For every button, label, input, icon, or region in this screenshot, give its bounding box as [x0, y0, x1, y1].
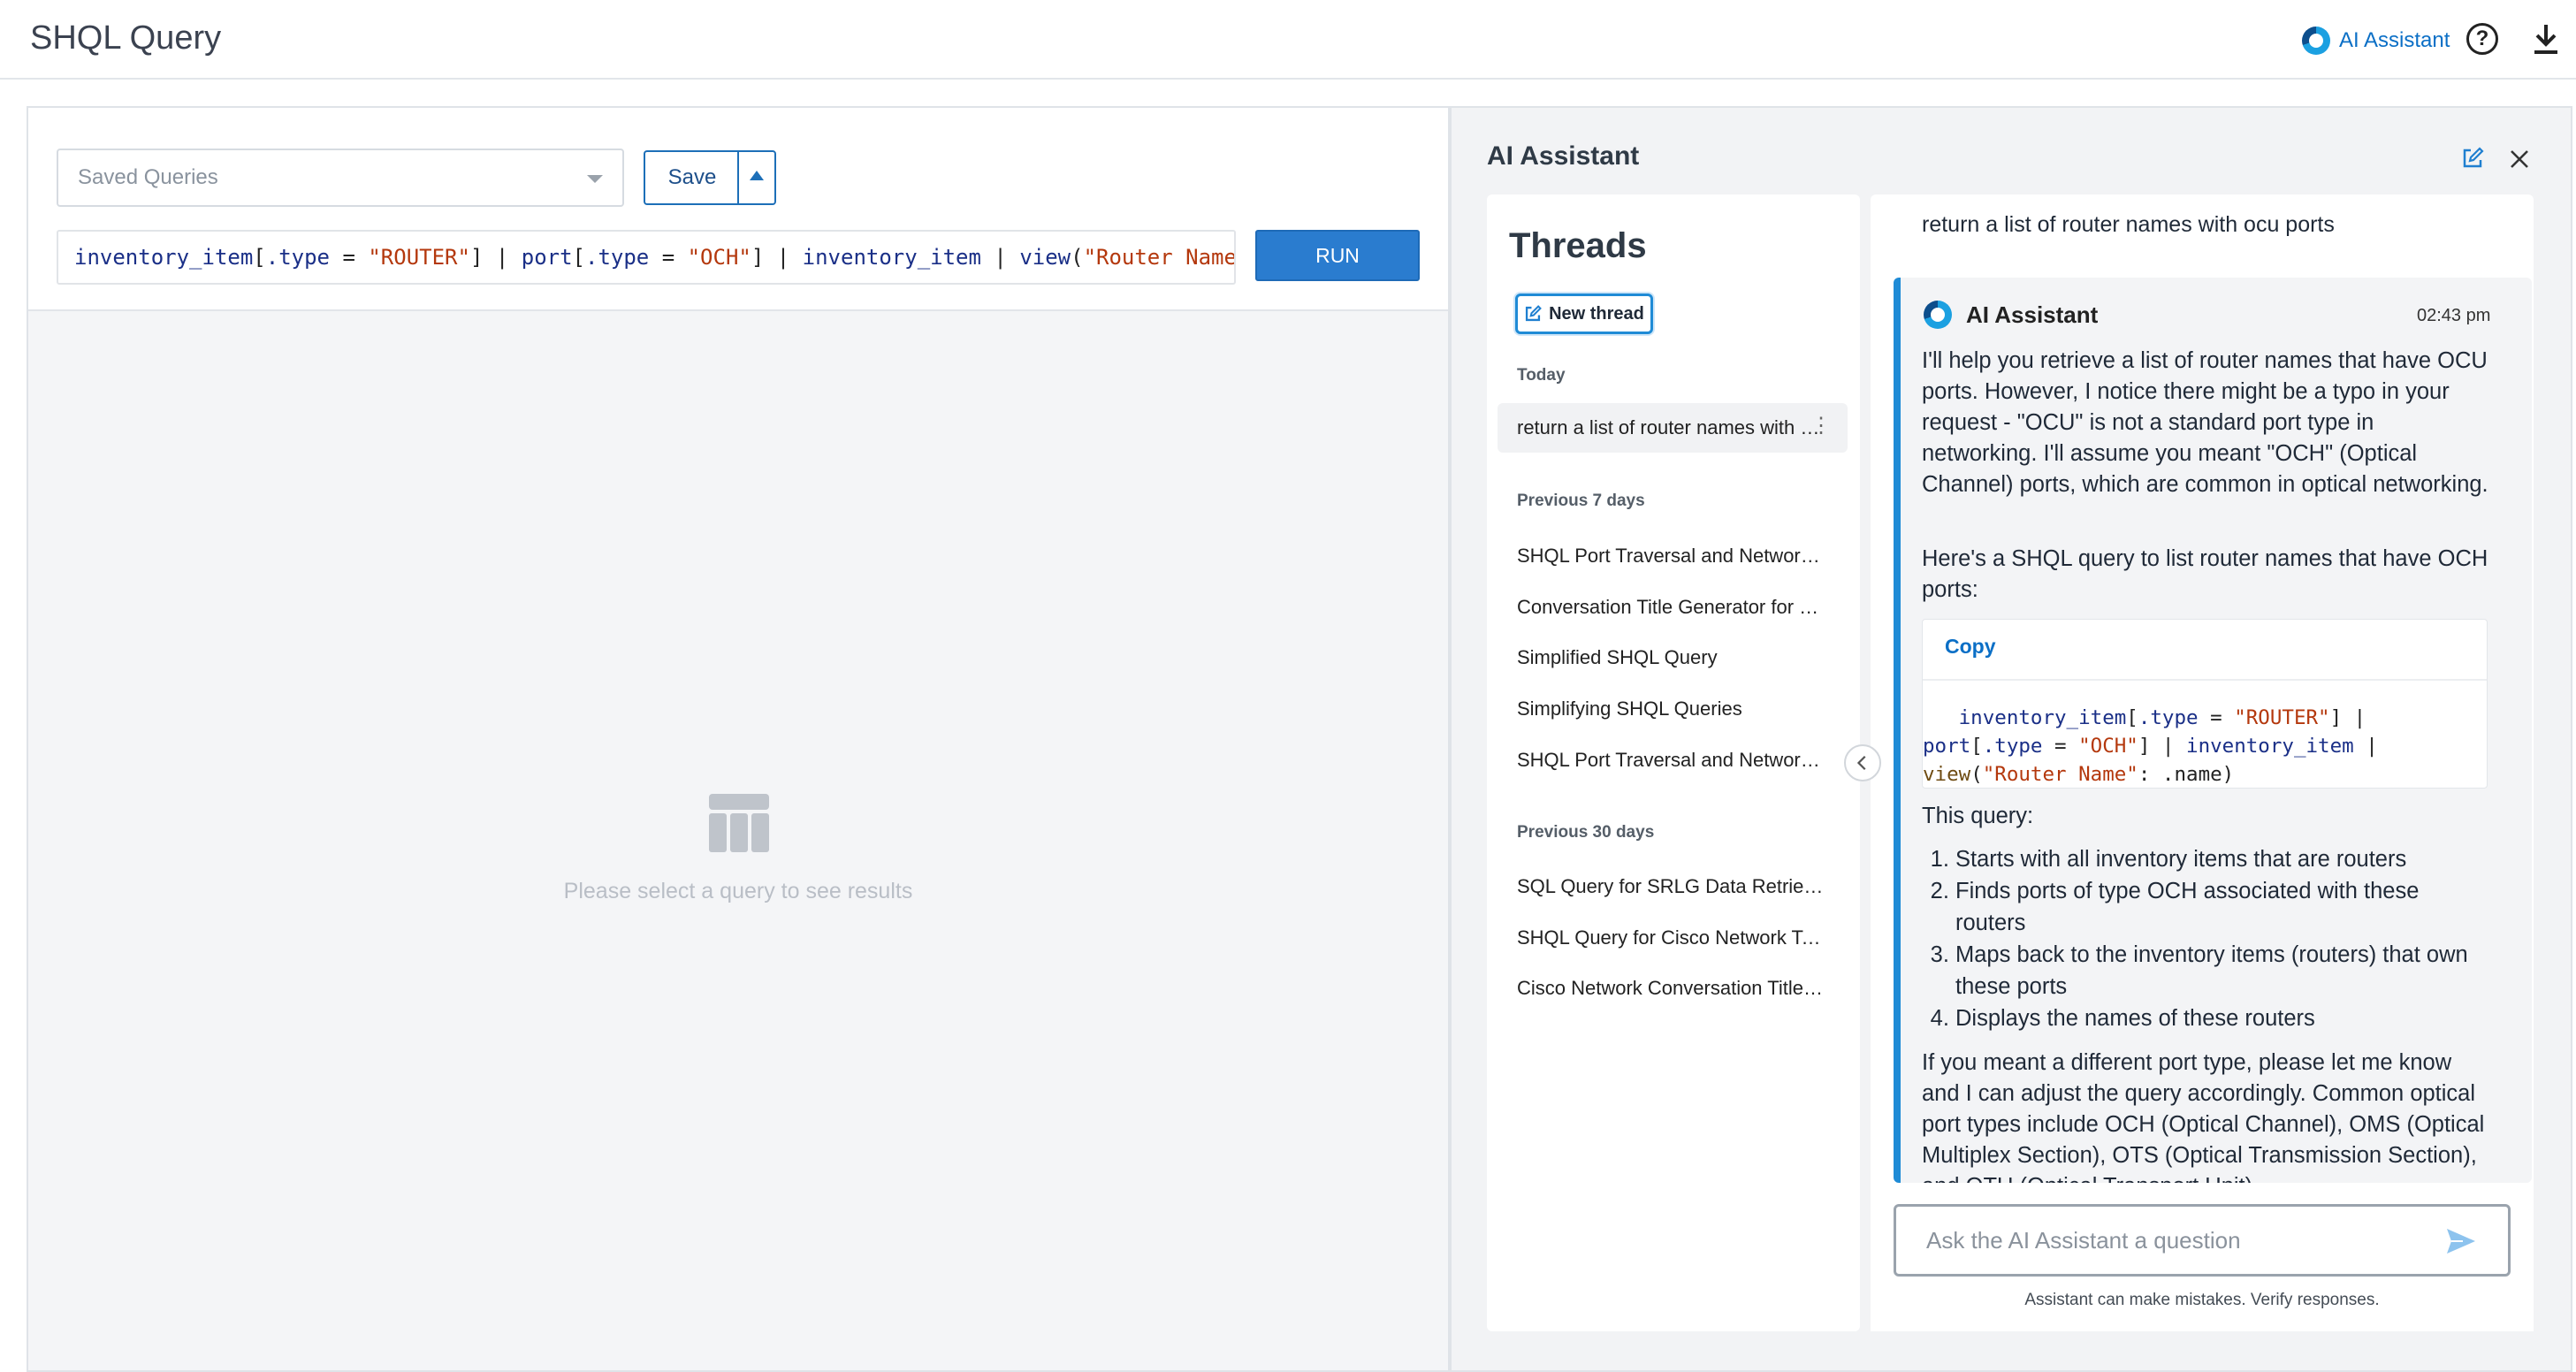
new-thread-label: New thread: [1549, 303, 1644, 324]
code-line: view("Router Name": .name): [1923, 760, 2471, 789]
thread-item-active[interactable]: return a list of router names with ocu p…: [1498, 403, 1848, 453]
code-line: inventory_item[.type = "ROUTER"] |: [1923, 704, 2471, 732]
code-token: (: [1970, 763, 1983, 786]
thread-group-today: Today: [1517, 366, 1566, 385]
table-icon: [709, 794, 769, 852]
query-editor[interactable]: inventory_item[.type = "ROUTER"] | port[…: [57, 230, 1236, 285]
code-token: : .name): [2138, 763, 2235, 786]
query-token: .type: [265, 245, 330, 270]
thread-item[interactable]: SHQL Port Traversal and Network Inventor…: [1498, 736, 1848, 785]
code-token: view: [1923, 763, 1971, 786]
code-token: port: [1923, 735, 1971, 758]
query-token: "Router Name": [1083, 245, 1236, 270]
saved-queries-placeholder: Saved Queries: [78, 165, 218, 189]
ai-assistant-logo-icon: [1924, 301, 1952, 329]
code-token: =: [2042, 735, 2079, 758]
thread-item[interactable]: Simplifying SHQL Queries: [1498, 684, 1848, 734]
response-paragraph: If you meant a different port type, plea…: [1922, 1050, 2485, 1199]
save-button[interactable]: Save: [644, 150, 739, 205]
code-token: [: [1970, 735, 1983, 758]
saved-queries-select[interactable]: Saved Queries: [57, 149, 624, 207]
query-token: inventory_item: [74, 245, 254, 270]
collapse-threads-button[interactable]: [1844, 744, 1881, 781]
code-token: "Router Name": [1982, 763, 2138, 786]
chevron-down-icon: [587, 175, 603, 183]
query-token: ] |: [469, 245, 522, 270]
ai-assistant-link[interactable]: AI Assistant: [2302, 25, 2450, 57]
ai-panel-title: AI Assistant: [1487, 141, 1640, 171]
new-thread-button[interactable]: New thread: [1515, 293, 1653, 334]
response-timestamp: 02:43 pm: [2417, 306, 2491, 325]
code-token: ] |: [2138, 735, 2187, 758]
response-paragraph: Here's a SHQL query to list router names…: [1922, 546, 2488, 602]
ai-assistant-link-label: AI Assistant: [2339, 28, 2450, 52]
query-token: =: [330, 245, 369, 270]
save-options-button[interactable]: [737, 150, 776, 205]
code-token: .type: [2138, 706, 2199, 729]
run-button[interactable]: RUN: [1255, 230, 1420, 281]
send-icon[interactable]: [2445, 1225, 2477, 1257]
query-token: (: [1071, 245, 1084, 270]
thread-item[interactable]: Cisco Network Conversation Title Generat…: [1498, 964, 1848, 1013]
query-token: "ROUTER": [368, 245, 470, 270]
query-token: =: [649, 245, 688, 270]
query-token: "OCH": [687, 245, 751, 270]
response-header: AI Assistant: [1924, 301, 2098, 329]
empty-state-message: Please select a query to see results: [563, 879, 913, 903]
code-token: inventory_item: [1923, 706, 2127, 729]
more-options-icon[interactable]: ⋮: [1810, 403, 1832, 449]
code-snippet: inventory_item[.type = "ROUTER"] | port[.…: [1923, 704, 2471, 789]
help-icon[interactable]: ?: [2466, 23, 2498, 55]
code-token: [: [2126, 706, 2138, 729]
thread-item[interactable]: Simplified SHQL Query: [1498, 633, 1848, 682]
thread-item[interactable]: SHQL Query for Cisco Network Topology: [1498, 913, 1848, 963]
caret-up-icon: [750, 171, 764, 180]
response-paragraph: This query:: [1922, 804, 2034, 828]
step-item: Maps back to the inventory items (router…: [1955, 939, 2488, 1002]
chat-input[interactable]: Ask the AI Assistant a question: [1894, 1204, 2511, 1277]
threads-title: Threads: [1509, 226, 1647, 265]
disclaimer: Assistant can make mistakes. Verify resp…: [2024, 1291, 2380, 1309]
step-item: Finds ports of type OCH associated with …: [1955, 875, 2488, 939]
response-paragraph: I'll help you retrieve a list of router …: [1922, 348, 2488, 497]
steps-list: Starts with all inventory items that are…: [1922, 843, 2488, 1034]
thread-item[interactable]: Conversation Title Generator for Network: [1498, 583, 1848, 632]
response-author: AI Assistant: [1966, 301, 2099, 328]
code-token: =: [2198, 706, 2235, 729]
chevron-left-icon: [1856, 755, 1866, 771]
code-token: "OCH": [2078, 735, 2138, 758]
response-steps: Starts with all inventory items that are…: [1922, 843, 2488, 1034]
thread-group-previous-7-days: Previous 7 days: [1517, 492, 1645, 510]
thread-item[interactable]: SQL Query for SRLG Data Retrieval: [1498, 862, 1848, 911]
query-token: .type: [585, 245, 650, 270]
query-token: [: [253, 245, 266, 270]
copy-button[interactable]: Copy: [1945, 635, 1996, 659]
user-message: return a list of router names with ocu p…: [1922, 212, 2335, 237]
query-token: port: [521, 245, 573, 270]
code-divider: [1923, 679, 2487, 681]
query-token: |: [980, 245, 1020, 270]
query-token: view: [1019, 245, 1071, 270]
query-token: inventory_item: [802, 245, 981, 270]
code-token: |: [2353, 735, 2378, 758]
close-icon[interactable]: [2507, 147, 2532, 172]
step-item: Starts with all inventory items that are…: [1955, 843, 2488, 875]
edit-icon[interactable]: [2461, 147, 2484, 170]
code-line: port[.type = "OCH"] | inventory_item |: [1923, 732, 2471, 760]
code-token: "ROUTER": [2234, 706, 2330, 729]
query-token: ] |: [751, 245, 803, 270]
ai-assistant-logo-icon: [2302, 27, 2330, 55]
thread-item[interactable]: SHQL Port Traversal and Network Inventor…: [1498, 531, 1848, 581]
step-item: Displays the names of these routers: [1955, 1002, 2488, 1034]
thread-group-previous-30-days: Previous 30 days: [1517, 823, 1655, 842]
query-token: [: [572, 245, 585, 270]
top-bar: [0, 0, 2576, 80]
code-token: .type: [1982, 735, 2043, 758]
download-icon[interactable]: [2532, 23, 2560, 57]
code-token: inventory_item: [2186, 735, 2354, 758]
code-token: ] |: [2329, 706, 2366, 729]
page-title: SHQL Query: [30, 19, 222, 57]
edit-icon: [1526, 305, 1542, 322]
thread-item-label: return a list of router names with ocu p…: [1517, 416, 1848, 438]
